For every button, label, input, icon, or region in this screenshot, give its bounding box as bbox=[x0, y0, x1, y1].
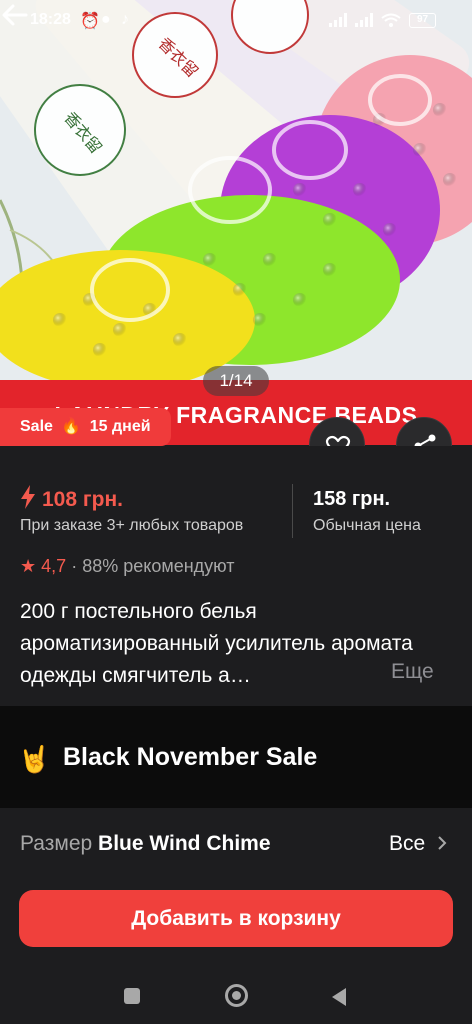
star-icon: ★ bbox=[20, 556, 37, 576]
status-time: 18:28 bbox=[30, 11, 71, 28]
discount-condition: При заказе 3+ любых товаров bbox=[20, 517, 244, 534]
back-arrow-icon[interactable] bbox=[0, 0, 30, 30]
battery-icon: 97 bbox=[409, 13, 436, 28]
size-selector[interactable]: Размер Blue Wind Chime Все bbox=[0, 808, 472, 878]
music-app-icon: ♪ bbox=[121, 11, 129, 28]
size-value: Blue Wind Chime bbox=[98, 832, 271, 855]
discount-price-value: 108 грн. bbox=[42, 488, 123, 511]
rating-value: 4,7 bbox=[41, 556, 67, 576]
system-nav-bar bbox=[0, 965, 472, 1024]
discount-price: 108 грн. bbox=[20, 485, 123, 512]
price-section: 108 грн. При заказе 3+ любых товаров 158… bbox=[0, 446, 472, 706]
rating-row[interactable]: ★ 4,7 · 88% рекомендуют bbox=[20, 556, 235, 577]
size-label-wrap: Размер Blue Wind Chime bbox=[20, 832, 271, 856]
alarm-icon: ⏰ bbox=[80, 13, 100, 30]
more-link[interactable]: Еще bbox=[391, 660, 434, 684]
product-image-gallery[interactable]: 香衣留 香衣留 LAUNDRY FRAGRANCE BEADS 1/14 18:… bbox=[0, 0, 472, 445]
add-to-cart-button[interactable]: Добавить в корзину bbox=[19, 890, 453, 947]
chevron-right-icon bbox=[438, 836, 447, 850]
dot-separator: · bbox=[71, 556, 83, 576]
status-bar: 18:28 ⏰ ● ♪ 97 bbox=[0, 0, 472, 40]
signal-icon bbox=[329, 13, 347, 27]
sale-days: 15 дней bbox=[89, 418, 151, 435]
promo-banner[interactable]: 🤘 Black November Sale bbox=[0, 706, 472, 808]
recents-button[interactable] bbox=[124, 988, 140, 1004]
sale-label: Sale bbox=[20, 418, 53, 435]
gallery-counter: 1/14 bbox=[203, 366, 269, 396]
price-divider bbox=[292, 484, 293, 538]
lightning-icon bbox=[21, 485, 35, 509]
message-icon: ● bbox=[101, 11, 111, 28]
sale-badge: Sale 🔥 15 дней bbox=[0, 408, 171, 446]
wifi-icon bbox=[381, 13, 401, 27]
back-triangle-icon[interactable] bbox=[330, 987, 348, 1007]
size-label: Размер bbox=[20, 832, 93, 855]
product-title[interactable]: 200 г постельного белья ароматизированны… bbox=[20, 596, 450, 692]
regular-price-label: Обычная цена bbox=[313, 517, 421, 534]
regular-price: 158 грн. bbox=[313, 488, 391, 510]
signal-2-icon bbox=[355, 13, 373, 27]
home-button[interactable] bbox=[225, 984, 248, 1007]
recommend-text: 88% рекомендуют bbox=[82, 556, 235, 576]
rock-hand-icon: 🤘 bbox=[18, 744, 51, 774]
size-all-label: Все bbox=[389, 832, 426, 855]
promo-label: Black November Sale bbox=[63, 743, 318, 771]
fire-icon: 🔥 bbox=[61, 418, 82, 435]
